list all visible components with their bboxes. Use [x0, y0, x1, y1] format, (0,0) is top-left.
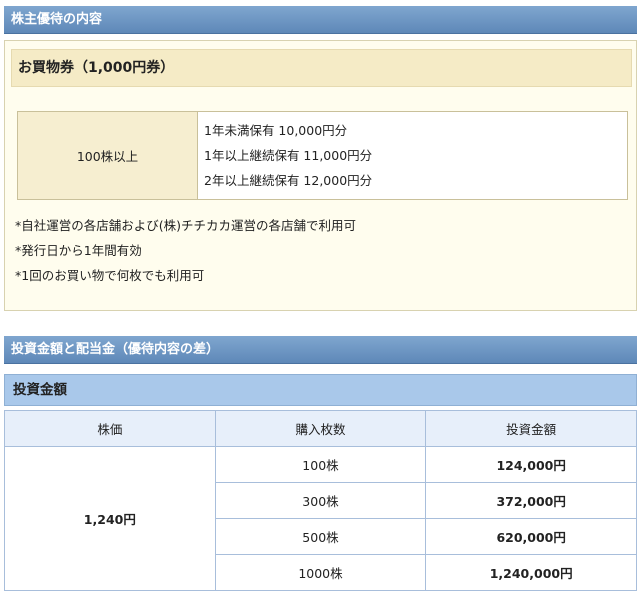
shares-cell: 500株 [214, 518, 427, 555]
note-line: *発行日から1年間有効 [15, 243, 142, 258]
benefits-panel: お買物券（1,000円券） 100株以上 1年未満保有 10,000円分 1年以… [4, 40, 637, 311]
stock-price: 1,240円 [4, 446, 216, 591]
shares-cell: 1000株 [214, 554, 427, 591]
shares-cell: 300株 [214, 482, 427, 519]
benefit-detail-line: 1年以上継続保有 11,000円分 [204, 148, 373, 163]
amount-cell: 372,000円 [425, 482, 637, 519]
amount-cell: 124,000円 [425, 446, 637, 483]
table-row: 1,240円 100株 124,000円 [4, 446, 637, 591]
section-header-investment: 投資金額と配当金（優待内容の差） [4, 336, 637, 364]
condition-label: 100株以上 [17, 111, 198, 200]
notes: *自社運営の各店舗および(株)チチカカ運営の各店舗で利用可 *発行日から1年間有… [15, 213, 356, 288]
section-header-benefits: 株主優待の内容 [4, 6, 637, 34]
table-header-row: 株価 購入枚数 投資金額 [4, 410, 637, 447]
header-shares: 購入枚数 [214, 410, 427, 447]
voucher-title: お買物券（1,000円券） [11, 49, 632, 87]
benefit-details: 1年未満保有 10,000円分 1年以上継続保有 11,000円分 2年以上継続… [197, 111, 628, 200]
subsection-title-investment: 投資金額 [4, 374, 637, 406]
note-line: *自社運営の各店舗および(株)チチカカ運営の各店舗で利用可 [15, 218, 357, 233]
note-line: *1回のお買い物で何枚でも利用可 [15, 268, 205, 283]
header-amount: 投資金額 [425, 410, 637, 447]
header-price: 株価 [4, 410, 216, 447]
amount-cell: 1,240,000円 [425, 554, 637, 591]
benefit-detail-line: 1年未満保有 10,000円分 [204, 123, 348, 138]
benefit-table: 100株以上 1年未満保有 10,000円分 1年以上継続保有 11,000円分… [17, 111, 628, 200]
benefit-detail-line: 2年以上継続保有 12,000円分 [204, 173, 373, 188]
amount-cell: 620,000円 [425, 518, 637, 555]
investment-table: 株価 購入枚数 投資金額 1,240円 100株 124,000円 300株 3… [4, 410, 637, 591]
shares-cell: 100株 [214, 446, 427, 483]
